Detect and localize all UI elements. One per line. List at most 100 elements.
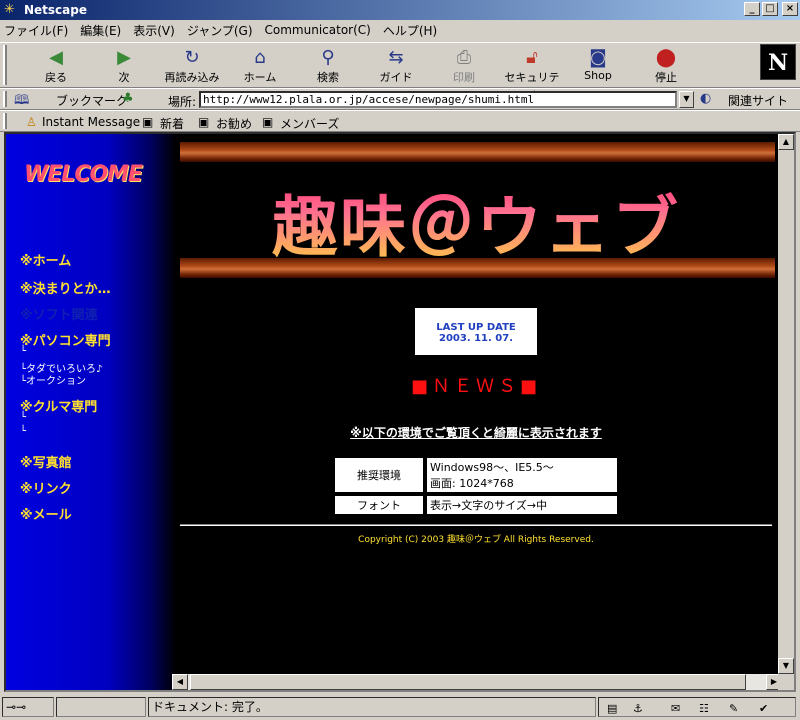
site-title-banner: 趣味＠ウェブ: [241, 174, 711, 270]
instant-message-icon: ♙: [26, 115, 37, 129]
mail-icon[interactable]: ✉: [671, 700, 680, 718]
nav-pc-sub-auction[interactable]: └オークション: [20, 372, 86, 387]
menu-view[interactable]: 表示(V): [133, 22, 175, 39]
menu-communicator[interactable]: Communicator(C): [265, 23, 371, 37]
bookmark-page-icon: ▣: [198, 115, 210, 129]
back-arrow-icon: ◀: [49, 47, 63, 68]
env-value-line: Windows98〜、IE5.5〜: [430, 461, 554, 474]
page-proxy-icon[interactable]: ♣: [122, 91, 134, 106]
print-label: 印刷: [453, 71, 475, 84]
environment-heading: ※以下の環境でご覧頂くと綺麗に表示されます: [350, 426, 602, 440]
guide-label: ガイド: [379, 71, 413, 84]
nav-mail[interactable]: ※メール: [20, 504, 72, 523]
nav-home[interactable]: ※ホーム: [20, 250, 71, 269]
nav-photo[interactable]: ※写真館: [20, 452, 72, 471]
menu-bar: ファイル(F) 編集(E) 表示(V) ジャンプ(G) Communicator…: [0, 20, 800, 40]
guide-button[interactable]: ⇆ ガイド: [364, 45, 428, 87]
table-row: フォント 表示→文字のサイズ→中: [335, 496, 617, 514]
nav-software[interactable]: ※ソフト関連: [20, 304, 98, 323]
location-bar: 🕮︎ ブックマーク ♣ 場所: http://www12.plala.or.jp…: [0, 88, 800, 110]
scrollbar-corner: [778, 674, 794, 690]
env-value-line: 画面: 1024*768: [430, 477, 514, 490]
shop-button[interactable]: ◙ Shop: [566, 45, 630, 87]
title-bar: ✳ Netscape _ □ ×: [0, 0, 800, 20]
last-update-label: LAST UP DATE: [436, 322, 516, 333]
back-button[interactable]: ◀ 戻る: [24, 45, 88, 87]
composer-icon[interactable]: ✎: [729, 700, 738, 718]
security-button[interactable]: 🔓︎セキュリティ: [500, 45, 564, 100]
instant-message-link[interactable]: Instant Message: [42, 115, 140, 129]
env-key: 推奨環境: [335, 458, 423, 492]
print-icon: ⎙: [456, 47, 472, 68]
window-title: Netscape: [24, 3, 87, 17]
connection-icon: ⊸⊸: [6, 700, 27, 714]
menu-file[interactable]: ファイル(F): [4, 22, 68, 39]
nav-pc-sub-1[interactable]: └: [20, 346, 26, 357]
vertical-scrollbar[interactable]: ▲ ▼: [778, 134, 794, 674]
search-label: 検索: [317, 71, 339, 84]
env-value: 表示→文字のサイズ→中: [427, 496, 617, 514]
component-bar: ▤ ⚓ ✉ ☷ ✎ ✔: [598, 697, 796, 717]
status-check-icon[interactable]: ✔: [759, 700, 768, 718]
horizontal-scroll-thumb[interactable]: [190, 674, 746, 690]
menu-go[interactable]: ジャンプ(G): [187, 22, 253, 39]
close-button[interactable]: ×: [782, 2, 798, 16]
reload-label: 再読み込み: [164, 71, 220, 84]
home-label: ホーム: [243, 71, 277, 84]
toolbar-grip[interactable]: [3, 45, 7, 85]
bookmarks-button[interactable]: ブックマーク: [56, 92, 128, 109]
horizontal-scrollbar[interactable]: ◀ ▶: [172, 674, 782, 690]
nav-car-sub-1[interactable]: └: [20, 412, 26, 423]
menu-edit[interactable]: 編集(E): [80, 22, 121, 39]
url-dropdown-button[interactable]: ▼: [679, 91, 694, 108]
netscape-app-icon: ✳: [4, 2, 15, 17]
url-field[interactable]: http://www12.plala.or.jp/accese/newpage/…: [199, 91, 677, 108]
personal-grip[interactable]: [3, 113, 7, 129]
reload-button[interactable]: ↻ 再読み込み: [160, 45, 224, 87]
minimize-button[interactable]: _: [744, 2, 760, 16]
search-button[interactable]: ⚲ 検索: [296, 45, 360, 87]
whats-new-link[interactable]: 新着: [160, 115, 184, 132]
netscape-logo[interactable]: N: [760, 44, 796, 80]
wood-plank-top: [180, 142, 775, 162]
menu-help[interactable]: ヘルプ(H): [383, 22, 437, 39]
reload-icon: ↻: [184, 47, 200, 68]
home-icon: ⌂: [254, 47, 266, 68]
stop-button[interactable]: ⬤ 停止: [634, 45, 698, 87]
nav-rules[interactable]: ※決まりとか…: [20, 278, 111, 297]
related-icon[interactable]: ◐: [700, 91, 711, 106]
bookmark-page-icon: ▣: [262, 115, 274, 129]
window-controls: _ □ ×: [744, 2, 798, 16]
security-status-icon[interactable]: ▤: [607, 700, 617, 718]
stop-label: 停止: [655, 71, 677, 84]
home-button[interactable]: ⌂ ホーム: [228, 45, 292, 87]
members-link[interactable]: メンバーズ: [280, 115, 339, 132]
print-button[interactable]: ⎙ 印刷: [432, 45, 496, 87]
personal-toolbar: ♙ Instant Message ▣ 新着 ▣ お勧め ▣ メンバーズ: [0, 110, 800, 132]
related-sites-button[interactable]: 関連サイト: [728, 92, 788, 109]
env-key: フォント: [335, 496, 423, 514]
nav-links[interactable]: ※リンク: [20, 478, 72, 497]
page-viewport: WELCOME ※ホーム ※決まりとか… ※ソフト関連 ※パソコン専門 └ └タ…: [4, 132, 796, 692]
forward-label: 次: [118, 71, 130, 84]
nav-car-sub-2[interactable]: └: [20, 426, 26, 437]
nav-pc[interactable]: ※パソコン専門: [20, 330, 111, 349]
maximize-button[interactable]: □: [762, 2, 778, 16]
locbar-grip[interactable]: [3, 91, 7, 107]
wood-plank-bottom: [180, 258, 775, 278]
groups-icon[interactable]: ☷: [699, 700, 709, 718]
scroll-down-button[interactable]: ▼: [778, 658, 794, 674]
stop-icon: ⬤: [655, 47, 677, 68]
forward-button[interactable]: ▶ 次: [92, 45, 156, 87]
navigator-icon[interactable]: ⚓: [633, 700, 643, 718]
status-text: ドキュメント: 完了。: [148, 697, 596, 717]
news-heading[interactable]: ■ＮＥＷＳ■: [404, 372, 548, 398]
last-update-box: LAST UP DATE 2003. 11. 07.: [415, 308, 537, 355]
scroll-left-button[interactable]: ◀: [172, 674, 188, 690]
connection-status: ⊸⊸: [2, 697, 54, 717]
back-label: 戻る: [45, 71, 67, 84]
recommended-link[interactable]: お勧め: [216, 115, 252, 132]
nav-car[interactable]: ※クルマ専門: [20, 396, 97, 415]
bookmark-page-icon: ▣: [142, 115, 154, 129]
scroll-up-button[interactable]: ▲: [778, 134, 794, 150]
